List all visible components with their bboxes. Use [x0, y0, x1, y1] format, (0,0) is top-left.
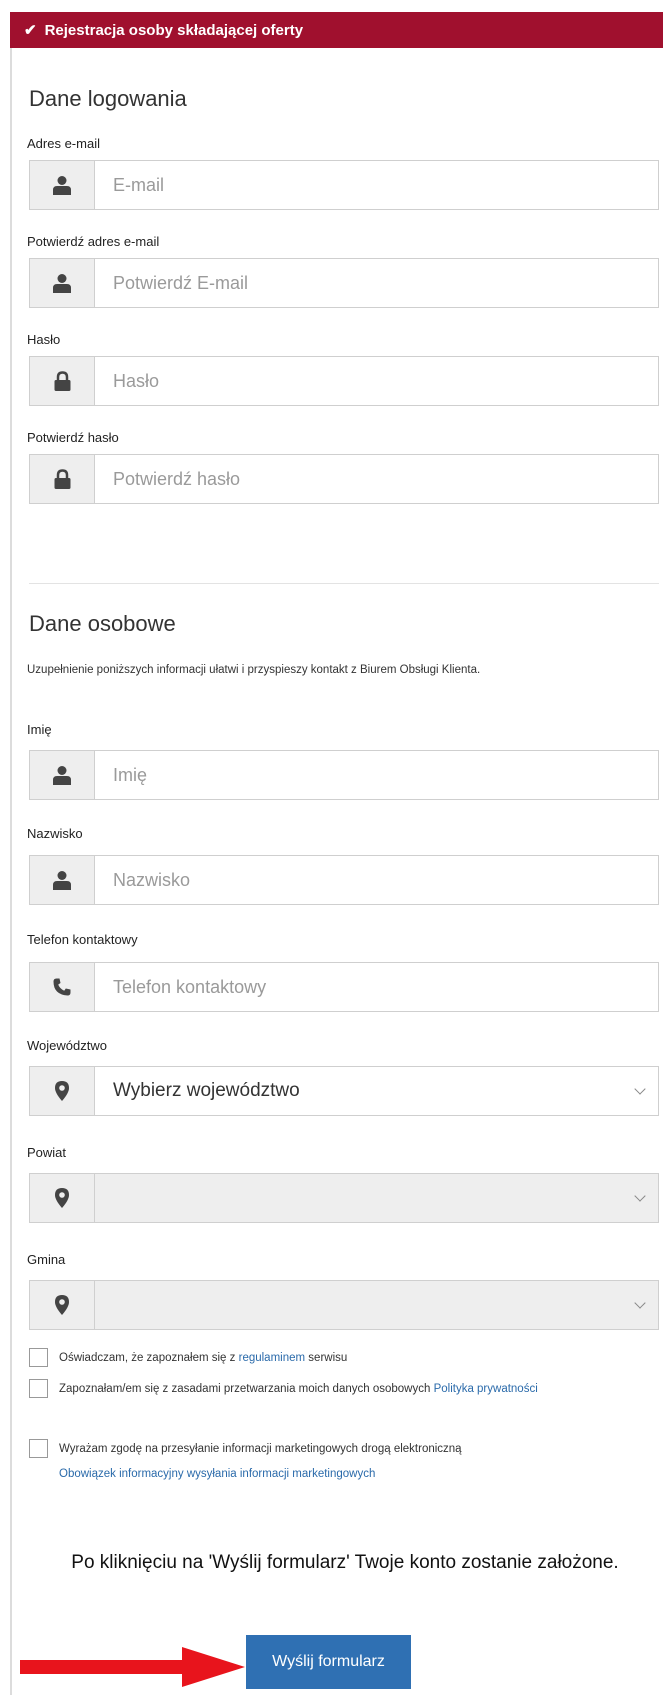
user-icon	[30, 259, 95, 307]
commune-select-value	[95, 1281, 658, 1329]
lock-icon	[30, 455, 95, 503]
email-confirm-input[interactable]	[95, 259, 658, 307]
terms-suffix: serwisu	[308, 1352, 348, 1364]
terms-text: Oświadczam, że zapoznałem się z	[59, 1352, 236, 1364]
check-icon: ✔	[24, 22, 37, 39]
marketing-checkbox[interactable]	[29, 1439, 48, 1458]
privacy-text: Zapoznałam/em się z zasadami przetwarzan…	[59, 1383, 431, 1395]
password-field-group	[29, 356, 659, 406]
terms-checkbox[interactable]	[29, 1348, 48, 1367]
county-label: Powiat	[27, 1145, 67, 1160]
first-name-input[interactable]	[95, 751, 658, 799]
privacy-policy-link[interactable]: Polityka prywatności	[434, 1383, 538, 1395]
voivodeship-select[interactable]: Wybierz województwo	[29, 1066, 659, 1116]
submit-note: Po kliknięciu na 'Wyślij formularz' Twoj…	[71, 1552, 619, 1573]
terms-link[interactable]: regulaminem	[239, 1352, 305, 1364]
phone-input[interactable]	[95, 963, 658, 1011]
section-title-personal: Dane osobowe	[29, 611, 176, 636]
consent-marketing: Wyrażam zgodę na przesyłanie informacji …	[29, 1437, 649, 1487]
chevron-down-icon	[634, 1297, 646, 1309]
marketing-text: Wyrażam zgodę na przesyłanie informacji …	[59, 1443, 462, 1455]
section-title-login: Dane logowania	[29, 86, 187, 111]
arrow-right-icon	[20, 1647, 245, 1687]
last-name-label: Nazwisko	[27, 826, 83, 841]
consent-privacy: Zapoznałam/em się z zasadami przetwarzan…	[29, 1377, 649, 1402]
map-pin-icon	[30, 1281, 95, 1329]
email-confirm-label: Potwierdź adres e-mail	[27, 234, 160, 249]
user-icon	[30, 751, 95, 799]
chevron-down-icon	[634, 1190, 646, 1202]
user-icon	[30, 161, 95, 209]
phone-label: Telefon kontaktowy	[27, 932, 138, 947]
phone-field-group	[29, 962, 659, 1012]
form-header-title: Rejestracja osoby składającej oferty	[44, 21, 304, 39]
map-pin-icon	[30, 1174, 95, 1222]
privacy-checkbox[interactable]	[29, 1379, 48, 1398]
form-header: ✔ Rejestracja osoby składającej oferty	[10, 12, 663, 48]
personal-info-text: Uzupełnienie poniższych informacji ułatw…	[27, 664, 481, 676]
password-label: Hasło	[27, 332, 61, 347]
county-select[interactable]	[29, 1173, 659, 1223]
password-confirm-field-group	[29, 454, 659, 504]
county-select-value	[95, 1174, 658, 1222]
first-name-label: Imię	[27, 722, 52, 737]
email-field-group	[29, 160, 659, 210]
user-icon	[30, 856, 95, 904]
last-name-input[interactable]	[95, 856, 658, 904]
marketing-info-link[interactable]: Obowiązek informacyjny wysyłania informa…	[59, 1468, 375, 1480]
voivodeship-select-value: Wybierz województwo	[95, 1067, 658, 1115]
password-input[interactable]	[95, 357, 658, 405]
voivodeship-label: Województwo	[27, 1038, 107, 1053]
commune-label: Gmina	[27, 1252, 66, 1267]
first-name-field-group	[29, 750, 659, 800]
section-divider	[29, 583, 659, 584]
chevron-down-icon	[634, 1083, 646, 1095]
consent-terms: Oświadczam, że zapoznałem się z regulami…	[29, 1346, 649, 1371]
commune-select[interactable]	[29, 1280, 659, 1330]
email-input[interactable]	[95, 161, 658, 209]
email-label: Adres e-mail	[27, 136, 100, 151]
map-pin-icon	[30, 1067, 95, 1115]
password-confirm-input[interactable]	[95, 455, 658, 503]
password-confirm-label: Potwierdź hasło	[27, 430, 119, 445]
lock-icon	[30, 357, 95, 405]
phone-icon	[30, 963, 95, 1011]
last-name-field-group	[29, 855, 659, 905]
email-confirm-field-group	[29, 258, 659, 308]
submit-button[interactable]: Wyślij formularz	[246, 1635, 411, 1689]
